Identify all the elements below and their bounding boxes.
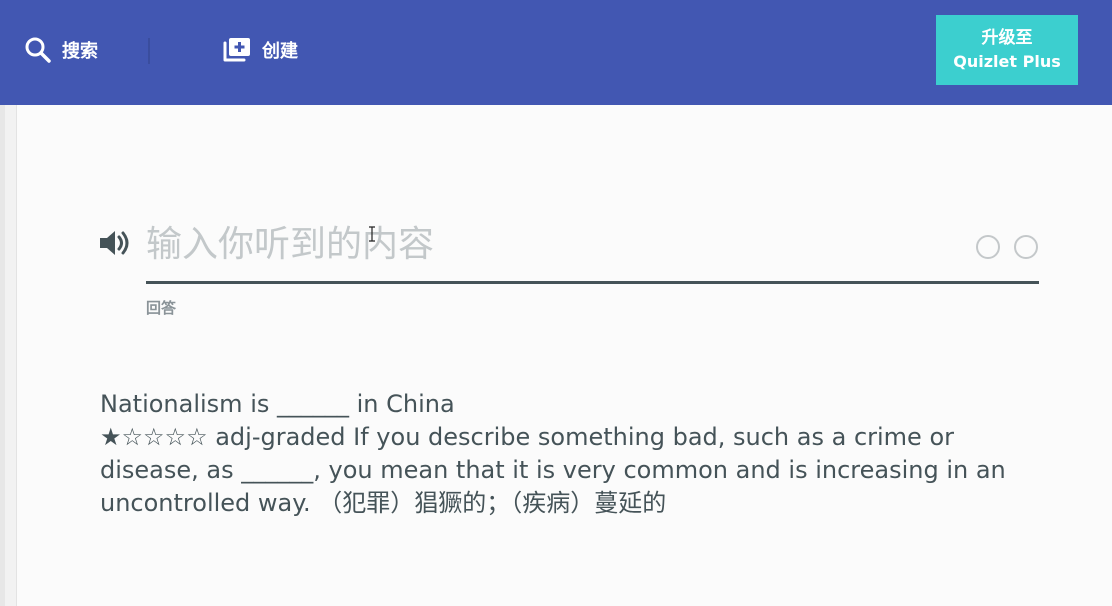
add-set-icon: [223, 38, 250, 62]
progress-dot: [976, 235, 1000, 259]
speaker-button[interactable]: [98, 227, 134, 259]
speaker-icon: [100, 231, 129, 255]
nav-divider: [148, 38, 150, 64]
search-label: 搜索: [62, 41, 98, 62]
prompt-line: ★☆☆☆☆ adj-graded If you describe somethi…: [100, 423, 955, 451]
left-panel-edge: [0, 105, 17, 606]
top-navigation-bar: 搜索 创建 升级至 Quizlet Plus: [0, 0, 1112, 105]
text-cursor-icon: [369, 226, 375, 242]
search-nav-button[interactable]: 搜索: [24, 34, 98, 66]
answer-input[interactable]: [146, 214, 966, 274]
prompt-line: uncontrolled way. （犯罪）猖獗的；（疾病）蔓延的: [100, 489, 667, 517]
prompt-text: Nationalism is ______ in China ★☆☆☆☆ adj…: [100, 388, 1030, 520]
answer-field-label: 回答: [146, 299, 177, 317]
search-icon: [25, 37, 51, 63]
upgrade-label-line1: 升级至: [981, 28, 1033, 48]
upgrade-button[interactable]: 升级至 Quizlet Plus: [936, 15, 1078, 85]
prompt-line: disease, as ______, you mean that it is …: [100, 456, 1006, 484]
create-label: 创建: [262, 41, 298, 62]
create-nav-button[interactable]: 创建: [222, 34, 298, 66]
prompt-line: Nationalism is ______ in China: [100, 390, 455, 418]
upgrade-label-line2: Quizlet Plus: [953, 52, 1061, 71]
answer-underline: [146, 281, 1039, 284]
progress-dot: [1014, 235, 1038, 259]
